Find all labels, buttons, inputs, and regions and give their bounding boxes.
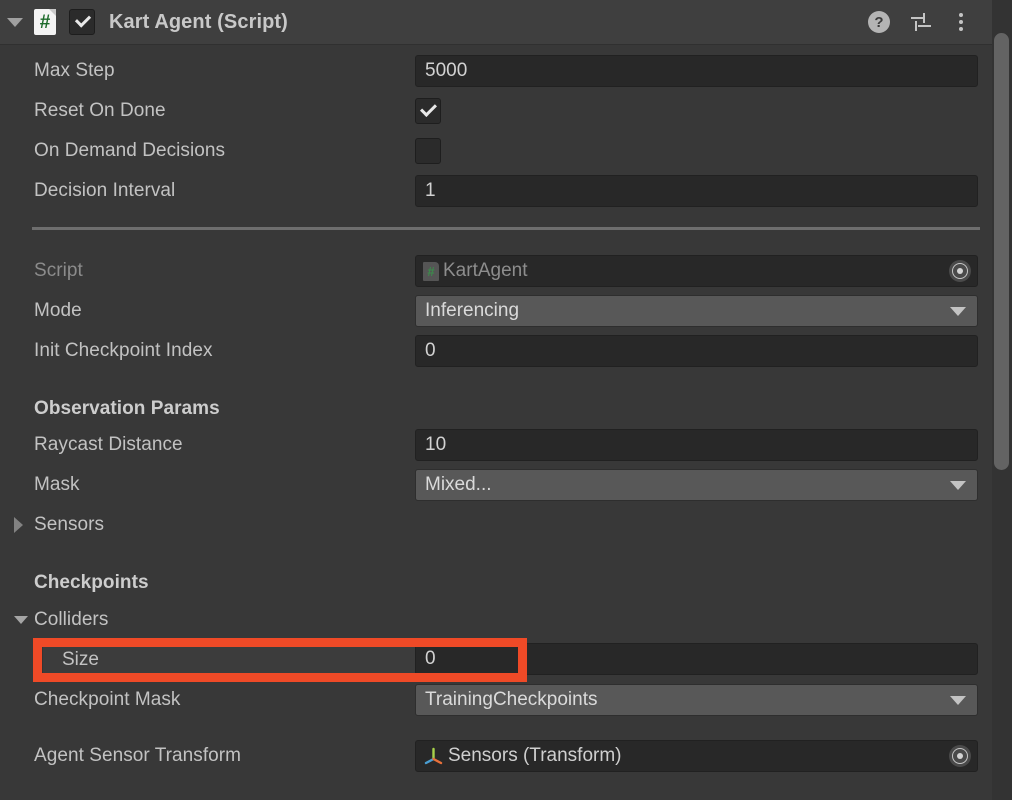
component-header[interactable]: # Kart Agent (Script) ? <box>0 0 992 45</box>
help-icon[interactable]: ? <box>868 11 890 33</box>
agent-sensor-transform-value: Sensors (Transform) <box>448 745 622 766</box>
row-sensors-foldout[interactable]: Sensors <box>0 505 992 545</box>
script-object-field[interactable]: # KartAgent <box>415 255 978 287</box>
vertical-scrollbar-track[interactable] <box>992 0 1012 800</box>
decision-interval-label: Decision Interval <box>34 180 176 201</box>
colliders-label: Colliders <box>34 609 109 630</box>
row-decision-interval: Decision Interval 1 <box>0 171 992 211</box>
raycast-distance-input[interactable]: 10 <box>415 429 978 461</box>
checkpoint-mask-label: Checkpoint Mask <box>34 689 181 710</box>
max-step-label: Max Step <box>34 60 115 81</box>
component-foldout-toggle[interactable] <box>0 0 30 45</box>
size-label: Size <box>62 649 99 670</box>
init-checkpoint-index-input[interactable]: 0 <box>415 335 978 367</box>
row-agent-sensor-transform: Agent Sensor Transform Sensors (Transfor… <box>0 736 992 776</box>
mode-value: Inferencing <box>425 300 520 321</box>
row-max-step: Max Step 5000 <box>0 51 992 91</box>
inspector-panel: # Kart Agent (Script) ? Max Step 5000 Re… <box>0 0 1012 800</box>
mask-value: Mixed... <box>425 474 492 495</box>
mask-label: Mask <box>34 474 80 495</box>
mode-label: Mode <box>34 300 82 321</box>
agent-sensor-transform-label: Agent Sensor Transform <box>34 745 242 766</box>
checkpoints-header: Checkpoints <box>34 572 149 593</box>
triangle-down-icon <box>14 616 28 624</box>
sensors-label: Sensors <box>34 514 105 535</box>
component-enabled-checkbox[interactable] <box>69 9 95 35</box>
checkpoint-mask-value: TrainingCheckpoints <box>425 689 598 710</box>
row-init-checkpoint-index: Init Checkpoint Index 0 <box>0 331 992 371</box>
preset-sliders-icon[interactable] <box>910 12 932 32</box>
vertical-scrollbar-thumb[interactable] <box>994 33 1009 470</box>
row-script: Script # KartAgent <box>0 251 992 291</box>
row-raycast-distance: Raycast Distance 10 <box>0 425 992 465</box>
init-checkpoint-index-label: Init Checkpoint Index <box>34 340 213 361</box>
script-label: Script <box>34 260 83 281</box>
header-actions: ? <box>868 11 992 33</box>
object-picker-icon[interactable] <box>949 260 971 282</box>
row-colliders-foldout[interactable]: Colliders <box>0 600 992 640</box>
script-value: KartAgent <box>443 260 528 281</box>
checkpoint-mask-dropdown[interactable]: TrainingCheckpoints <box>415 684 978 716</box>
mask-dropdown[interactable]: Mixed... <box>415 469 978 501</box>
max-step-input[interactable]: 5000 <box>415 55 978 87</box>
raycast-distance-label: Raycast Distance <box>34 434 183 455</box>
row-mode: Mode Inferencing <box>0 291 992 331</box>
section-divider <box>32 227 980 230</box>
reset-on-done-checkbox[interactable] <box>415 98 441 124</box>
size-row-highlight-annotation <box>33 638 527 682</box>
chevron-down-icon <box>950 695 966 705</box>
section-checkpoints: Checkpoints <box>0 563 992 603</box>
kebab-dot <box>959 27 963 31</box>
csharp-script-icon: # <box>423 261 439 281</box>
on-demand-decisions-checkbox[interactable] <box>415 138 441 164</box>
decision-interval-input[interactable]: 1 <box>415 175 978 207</box>
triangle-right-icon <box>14 517 23 533</box>
transform-gizmo-icon <box>424 747 443 765</box>
row-on-demand-decisions: On Demand Decisions <box>0 131 992 171</box>
mode-dropdown[interactable]: Inferencing <box>415 295 978 327</box>
kebab-menu-icon[interactable] <box>952 11 970 33</box>
row-reset-on-done: Reset On Done <box>0 91 992 131</box>
object-picker-icon[interactable] <box>949 745 971 767</box>
section-observation-params: Observation Params <box>0 389 992 429</box>
component-title: Kart Agent (Script) <box>109 10 288 33</box>
row-checkpoint-mask: Checkpoint Mask TrainingCheckpoints <box>0 680 992 720</box>
observation-params-header: Observation Params <box>34 398 220 419</box>
on-demand-decisions-label: On Demand Decisions <box>34 140 226 161</box>
chevron-down-icon <box>950 480 966 490</box>
triangle-down-icon <box>7 17 23 27</box>
colliders-foldout-toggle[interactable] <box>0 616 34 624</box>
kebab-dot <box>959 13 963 17</box>
sensors-foldout-toggle[interactable] <box>0 517 34 533</box>
row-mask: Mask Mixed... <box>0 465 992 505</box>
agent-sensor-transform-object-field[interactable]: Sensors (Transform) <box>415 740 978 772</box>
reset-on-done-label: Reset On Done <box>34 100 166 121</box>
kebab-dot <box>959 20 963 24</box>
csharp-script-icon: # <box>34 9 56 35</box>
chevron-down-icon <box>950 306 966 316</box>
